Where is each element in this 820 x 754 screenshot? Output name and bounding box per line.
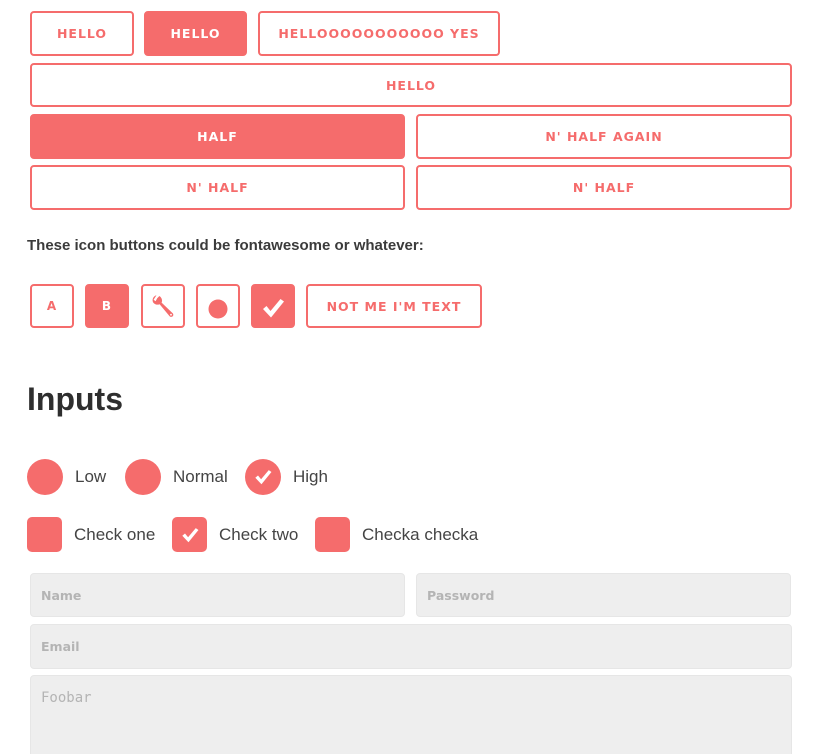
checkbox-check-one[interactable]: Check one [27, 517, 155, 552]
checkmark-icon [255, 470, 272, 485]
n-half-right-button-label: N' half [572, 180, 636, 195]
checkbox-check-two-label: Check two [219, 524, 299, 544]
checkmark-button[interactable] [251, 284, 295, 328]
page: Hello Hello Hellooooooooooo yes Hello Ha… [0, 0, 820, 754]
n-half-left-button-label: N' half [186, 180, 249, 195]
hello-button-outline-label: Hello [56, 26, 108, 41]
b-button[interactable]: B [85, 284, 129, 328]
wrench-icon [150, 293, 176, 319]
radio-low-label: Low [75, 467, 107, 486]
radio-low-dot[interactable] [27, 459, 63, 495]
inputs-heading: Inputs [27, 381, 123, 417]
icon-buttons-note: These icon buttons could be fontawesome … [27, 237, 424, 254]
checkbox-checka-checka-label: Checka checka [362, 524, 479, 544]
radio-high-dot[interactable] [245, 459, 281, 495]
hello-full-width-button-label: Hello [385, 77, 437, 93]
text-button-label: Not me I'm text [326, 298, 462, 314]
radio-normal-dot[interactable] [125, 459, 161, 495]
radio-low[interactable]: Low [27, 459, 106, 495]
wrench-button[interactable] [141, 284, 185, 328]
a-button[interactable]: A [30, 284, 74, 328]
hello-full-width-button[interactable]: Hello [30, 63, 792, 107]
circle-button[interactable] [196, 284, 240, 328]
half-again-button-label: N' half again [545, 129, 663, 144]
half-button-label: Half [197, 129, 238, 144]
circle-icon [207, 292, 229, 320]
name-field[interactable] [30, 573, 405, 617]
checkbox-check-two[interactable]: Check two [172, 517, 298, 552]
password-field[interactable] [416, 573, 791, 617]
checkmark-icon [181, 527, 198, 542]
half-again-button[interactable]: N' half again [416, 114, 792, 159]
hellooo-yes-button[interactable]: Hellooooooooooo yes [258, 11, 500, 56]
email-field[interactable] [30, 624, 792, 669]
checkbox-checka-checka[interactable]: Checka checka [315, 517, 478, 552]
n-half-right-button[interactable]: N' half [416, 165, 792, 210]
radio-normal[interactable]: Normal [125, 459, 228, 495]
hello-button-outline[interactable]: Hello [30, 11, 134, 56]
a-button-label: A [46, 299, 58, 313]
radio-high[interactable]: High [245, 459, 328, 495]
foobar-textarea[interactable] [30, 675, 792, 754]
radio-high-label: High [293, 467, 328, 486]
text-button[interactable]: Not me I'm text [306, 284, 482, 328]
checkbox-check-one-label: Check one [74, 524, 156, 544]
hellooo-yes-button-label: Hellooooooooooo yes [278, 26, 480, 41]
hello-button-filled-label: Hello [170, 26, 221, 41]
checkbox-checka-checka-box[interactable] [315, 517, 350, 552]
checkmark-icon [260, 291, 286, 321]
n-half-left-button[interactable]: N' half [30, 165, 405, 210]
hello-button-filled[interactable]: Hello [144, 11, 247, 56]
half-button[interactable]: Half [30, 114, 405, 159]
radio-normal-label: Normal [173, 467, 228, 486]
checkbox-check-one-box[interactable] [27, 517, 62, 552]
checkbox-check-two-box[interactable] [172, 517, 207, 552]
b-button-label: B [101, 299, 113, 313]
